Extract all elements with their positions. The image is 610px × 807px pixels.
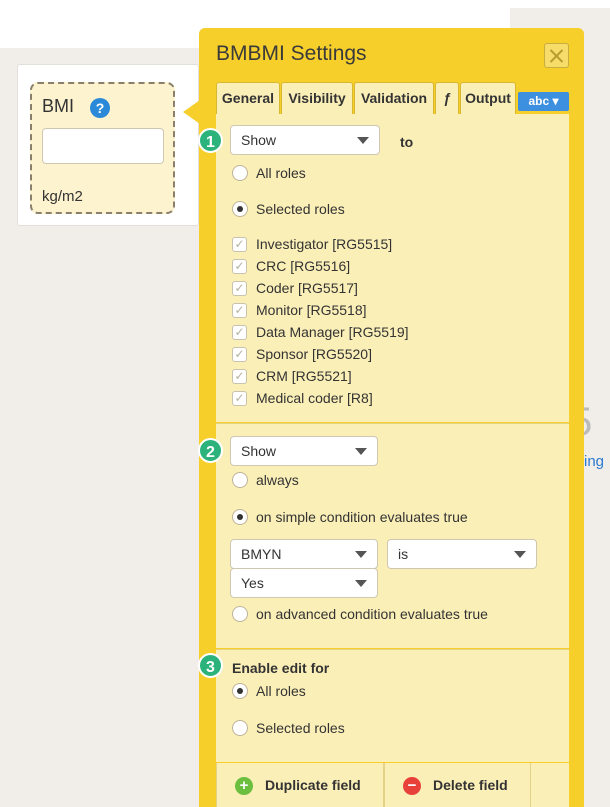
condition-field-select[interactable]: BMYN (230, 539, 378, 569)
visibility-action-select[interactable]: Show (230, 125, 380, 155)
role-label: Investigator [RG5515] (256, 236, 393, 252)
tab-visibility[interactable]: Visibility (281, 82, 353, 114)
radio-edit-selected-roles[interactable] (232, 720, 248, 736)
role-checkbox[interactable]: ✓ (232, 259, 247, 274)
role-label: Sponsor [RG5520] (256, 346, 372, 362)
delete-field-button[interactable]: − Delete field (384, 763, 531, 807)
radio-simple-condition[interactable] (232, 509, 248, 525)
add-icon: + (235, 777, 253, 795)
role-label: CRC [RG5516] (256, 258, 351, 274)
chevron-down-icon (355, 551, 367, 558)
background-partial-link[interactable]: ing (584, 453, 604, 470)
chevron-down-icon (357, 137, 369, 144)
tab-validation[interactable]: Validation (354, 82, 434, 114)
condition-operator-value: is (398, 546, 409, 562)
to-label: to (400, 134, 414, 150)
chevron-down-icon (514, 551, 526, 558)
chevron-down-icon (355, 580, 367, 587)
help-icon[interactable]: ? (90, 98, 110, 118)
bmi-field-box[interactable]: BMI ? kg/m2 (30, 82, 175, 214)
role-checkbox[interactable]: ✓ (232, 347, 247, 362)
role-checkbox[interactable]: ✓ (232, 303, 247, 318)
tab-function[interactable]: ƒ (435, 82, 459, 114)
role-label: CRM [RG5521] (256, 368, 352, 384)
radio-selected-roles-label: Selected roles (256, 201, 345, 217)
radio-advanced-condition-label: on advanced condition evaluates true (256, 606, 488, 622)
step-badge-3: 3 (198, 653, 223, 678)
radio-all-roles[interactable] (232, 165, 248, 181)
role-label: Medical coder [R8] (256, 390, 373, 406)
condition-operator-select[interactable]: is (387, 539, 537, 569)
field-label: BMI (42, 96, 75, 116)
radio-edit-selected-roles-label: Selected roles (256, 720, 345, 736)
condition-field-value: BMYN (241, 546, 282, 562)
role-checkbox[interactable]: ✓ (232, 391, 247, 406)
role-checkbox[interactable]: ✓ (232, 237, 247, 252)
role-checkbox[interactable]: ✓ (232, 281, 247, 296)
radio-always-label: always (256, 472, 299, 488)
radio-always[interactable] (232, 472, 248, 488)
bmi-input[interactable] (42, 128, 164, 164)
tab-output[interactable]: Output (460, 82, 516, 114)
radio-edit-all-roles[interactable] (232, 683, 248, 699)
delete-icon: − (403, 777, 421, 795)
field-type-dropdown[interactable]: abc ▾ (518, 92, 569, 111)
radio-edit-all-roles-label: All roles (256, 683, 306, 699)
visibility-action-value: Show (241, 132, 277, 148)
step-badge-1: 1 (198, 128, 223, 153)
panel-pointer (183, 100, 200, 124)
radio-simple-condition-label: on simple condition evaluates true (256, 509, 468, 525)
role-checkbox[interactable]: ✓ (232, 369, 247, 384)
role-checkbox[interactable]: ✓ (232, 325, 247, 340)
condition-action-value: Show (241, 443, 277, 459)
field-unit: kg/m2 (42, 188, 83, 205)
role-label: Data Manager [RG5519] (256, 324, 409, 340)
radio-all-roles-label: All roles (256, 165, 306, 181)
condition-action-select[interactable]: Show (230, 436, 378, 466)
edit-heading: Enable edit for (232, 660, 330, 676)
panel-title: BMBMI Settings (216, 42, 367, 65)
tab-general[interactable]: General (216, 82, 280, 114)
close-button[interactable] (544, 43, 569, 68)
duplicate-field-label: Duplicate field (265, 777, 361, 793)
radio-selected-roles[interactable] (232, 201, 248, 217)
delete-field-label: Delete field (433, 777, 508, 793)
condition-value-select[interactable]: Yes (230, 568, 378, 598)
radio-advanced-condition[interactable] (232, 606, 248, 622)
condition-value-value: Yes (241, 575, 264, 591)
duplicate-field-button[interactable]: + Duplicate field (216, 763, 384, 807)
role-label: Coder [RG5517] (256, 280, 358, 296)
chevron-down-icon (355, 448, 367, 455)
role-label: Monitor [RG5518] (256, 302, 367, 318)
step-badge-2: 2 (198, 438, 223, 463)
